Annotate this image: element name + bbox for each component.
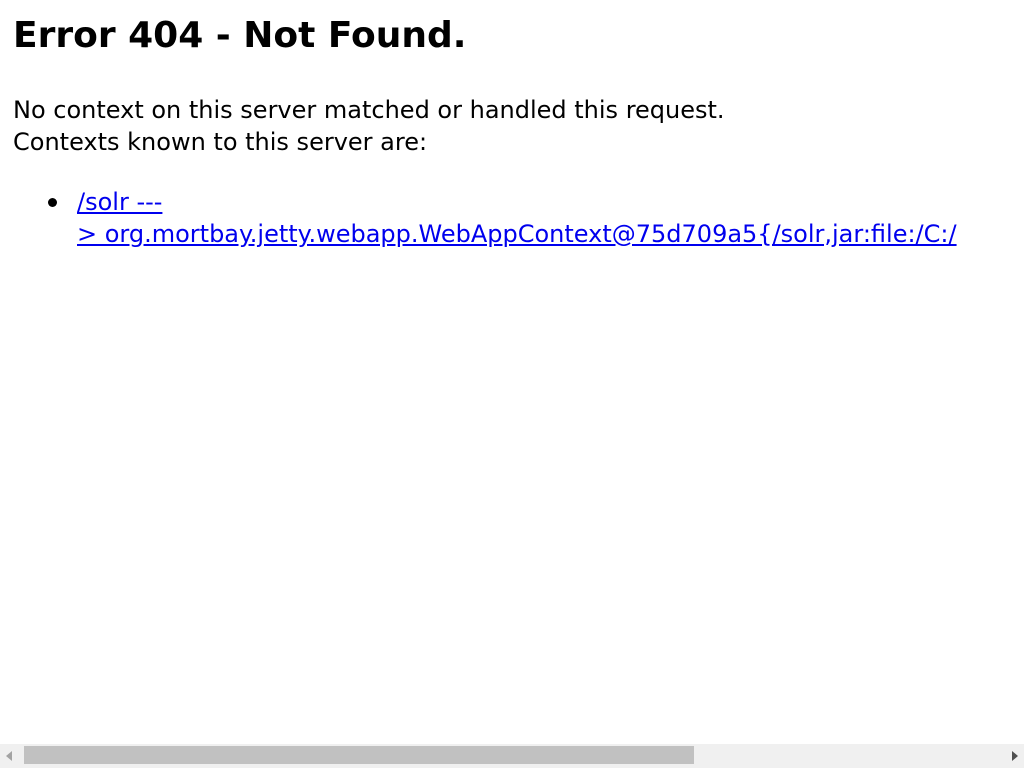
context-list: /solr --- > org.mortbay.jetty.webapp.Web…: [13, 186, 957, 250]
bullet-icon: [48, 198, 57, 207]
context-link-line: /solr ---: [77, 188, 163, 216]
scroll-right-arrow-icon[interactable]: [1004, 744, 1024, 768]
context-link-line: > org.mortbay.jetty.webapp.WebAppContext…: [77, 220, 957, 248]
context-list-item: /solr --- > org.mortbay.jetty.webapp.Web…: [13, 186, 957, 250]
error-message-line: No context on this server matched or han…: [13, 96, 725, 124]
contexts-intro-line: Contexts known to this server are:: [13, 128, 428, 156]
page-viewport: Error 404 - Not Found. No context on thi…: [0, 0, 1024, 744]
error-message: No context on this server matched or han…: [13, 94, 725, 158]
error-heading: Error 404 - Not Found.: [13, 15, 467, 56]
scroll-left-arrow-icon[interactable]: [0, 744, 20, 768]
scrollbar-thumb[interactable]: [24, 746, 694, 764]
context-link-solr[interactable]: /solr --- > org.mortbay.jetty.webapp.Web…: [77, 186, 957, 250]
horizontal-scrollbar[interactable]: [0, 744, 1024, 768]
